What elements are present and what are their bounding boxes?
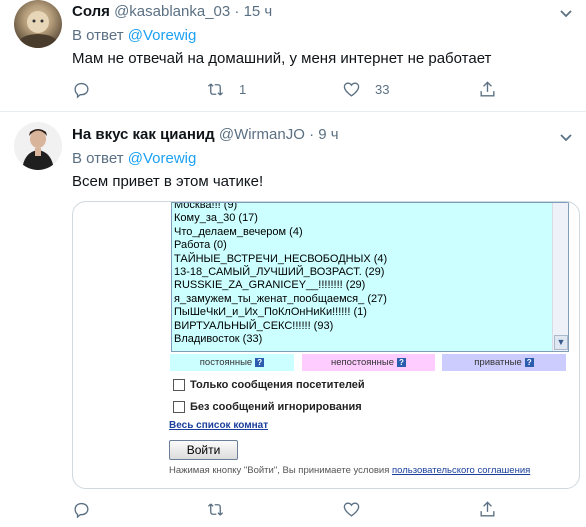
- checkbox-box[interactable]: [173, 379, 185, 391]
- terms-note-text: Нажимая кнопку "Войти", Вы принимаете ус…: [169, 465, 392, 476]
- checkbox-label: Без сообщений игнорирования: [190, 401, 362, 413]
- chevron-down-icon[interactable]: [557, 128, 575, 146]
- category-label: приватные: [474, 357, 522, 368]
- all-rooms-link[interactable]: Весь список комнат: [169, 420, 268, 431]
- room-list-item[interactable]: 13-18_САМЫЙ_ЛУЧШИЙ_ВОЗРАСТ. (29): [172, 266, 568, 279]
- room-list-scrollbar[interactable]: ▼: [552, 203, 568, 351]
- share-icon: [480, 81, 495, 97]
- retweet-button[interactable]: 1: [206, 80, 246, 99]
- chevron-down-icon[interactable]: [557, 4, 575, 22]
- display-name[interactable]: На вкус как цианид: [72, 126, 215, 143]
- reply-handle-link[interactable]: @Vorewig: [128, 150, 197, 167]
- user-agreement-link[interactable]: пользовательского соглашения: [392, 465, 530, 476]
- user-handle[interactable]: @kasablanka_03: [114, 3, 230, 20]
- tweet-text: Всем привет в этом чатике!: [72, 173, 264, 190]
- room-list-item[interactable]: ТАЙНЫЕ_ВСТРЕЧИ_НЕСВОБОДНЫХ (4): [172, 253, 568, 266]
- scroll-down-icon[interactable]: ▼: [554, 335, 568, 350]
- terms-note: Нажимая кнопку "Войти", Вы принимаете ус…: [169, 465, 530, 476]
- help-icon[interactable]: ?: [396, 358, 406, 367]
- retweet-icon: [207, 83, 224, 96]
- avatar[interactable]: [14, 0, 62, 48]
- help-icon[interactable]: ?: [255, 358, 265, 367]
- room-list-item[interactable]: Работа (0): [172, 239, 568, 252]
- category-label: постоянные: [199, 357, 253, 368]
- separator-dot: ·: [309, 126, 315, 143]
- reply-context: В ответ @Vorewig: [72, 150, 196, 167]
- reply-icon: [74, 502, 89, 519]
- tweet-header: На вкус как цианид @WirmanJO · 9 ч: [72, 126, 339, 143]
- reply-context: В ответ @Vorewig: [72, 27, 196, 44]
- retweet-button[interactable]: [206, 500, 225, 519]
- reply-icon: [74, 82, 89, 99]
- room-list[interactable]: Москва!!! (9) Кому_за_30 (17) Что_делаем_в…: [171, 202, 569, 352]
- timestamp[interactable]: 15 ч: [244, 3, 273, 20]
- tweet-1[interactable]: Соля @kasablanka_03 · 15 ч В ответ @Vore…: [0, 0, 586, 112]
- room-list-item[interactable]: Москва!!! (9): [172, 203, 568, 212]
- room-list-item[interactable]: я_замужем_ты_женат_пообщаемся_ (27): [172, 293, 568, 306]
- reply-button[interactable]: [72, 80, 91, 99]
- tweet-actions: [72, 500, 502, 522]
- reply-prefix: В ответ: [72, 27, 124, 44]
- display-name[interactable]: Соля: [72, 3, 110, 20]
- retweet-icon: [207, 503, 224, 516]
- hide-ignored-checkbox[interactable]: Без сообщений игнорирования: [173, 401, 362, 413]
- room-list-item[interactable]: RUSSKIE_ZA_GRANICEY__!!!!!!!! (29): [172, 279, 568, 292]
- separator-dot: ·: [234, 3, 240, 20]
- reply-handle-link[interactable]: @Vorewig: [128, 27, 197, 44]
- reply-prefix: В ответ: [72, 150, 124, 167]
- timestamp[interactable]: 9 ч: [318, 126, 338, 143]
- avatar[interactable]: [14, 122, 62, 170]
- avatar-image: [14, 122, 62, 170]
- category-temporary[interactable]: непостоянные ?: [302, 354, 435, 371]
- reply-button[interactable]: [72, 500, 91, 519]
- tweet-header: Соля @kasablanka_03 · 15 ч: [72, 3, 272, 20]
- checkbox-label: Только сообщения посетителей: [190, 379, 365, 391]
- share-button[interactable]: [478, 80, 497, 99]
- avatar-image: [18, 11, 58, 48]
- room-list-items: Москва!!! (9) Кому_за_30 (17) Что_делаем_в…: [172, 203, 568, 346]
- share-icon: [480, 501, 495, 517]
- room-list-item[interactable]: ПыШеЧкИ_и_Их_ПоКлОнНиКи!!!!!! (1): [172, 306, 568, 319]
- like-button[interactable]: 33: [342, 80, 389, 99]
- tweet-media-chat-screenshot[interactable]: Москва!!! (9) Кому_за_30 (17) Что_делаем_в…: [72, 201, 580, 489]
- user-handle[interactable]: @WirmanJO: [219, 126, 305, 143]
- retweet-count: 1: [239, 82, 247, 97]
- help-icon[interactable]: ?: [524, 358, 534, 367]
- room-list-item[interactable]: Что_делаем_вечером (4): [172, 226, 568, 239]
- category-label: непостоянные: [331, 357, 394, 368]
- like-count: 33: [375, 82, 390, 97]
- checkbox-box[interactable]: [173, 401, 185, 413]
- heart-icon: [343, 82, 360, 97]
- room-list-item[interactable]: Владивосток (33): [172, 333, 568, 346]
- category-private[interactable]: приватные ?: [442, 354, 566, 371]
- share-button[interactable]: [478, 500, 497, 519]
- visitors-only-checkbox[interactable]: Только сообщения посетителей: [173, 379, 365, 391]
- room-list-item[interactable]: Кому_за_30 (17): [172, 212, 568, 225]
- room-list-item[interactable]: ВИРТУАЛЬНЫЙ_СЕКС!!!!!! (93): [172, 320, 568, 333]
- category-permanent[interactable]: постоянные ?: [170, 354, 294, 371]
- heart-icon: [343, 502, 360, 517]
- tweet-text: Мам не отвечай на домашний, у меня интер…: [72, 50, 492, 67]
- tweet-actions: 1 33: [72, 80, 502, 102]
- like-button[interactable]: [342, 500, 361, 519]
- login-button[interactable]: Войти: [169, 440, 238, 460]
